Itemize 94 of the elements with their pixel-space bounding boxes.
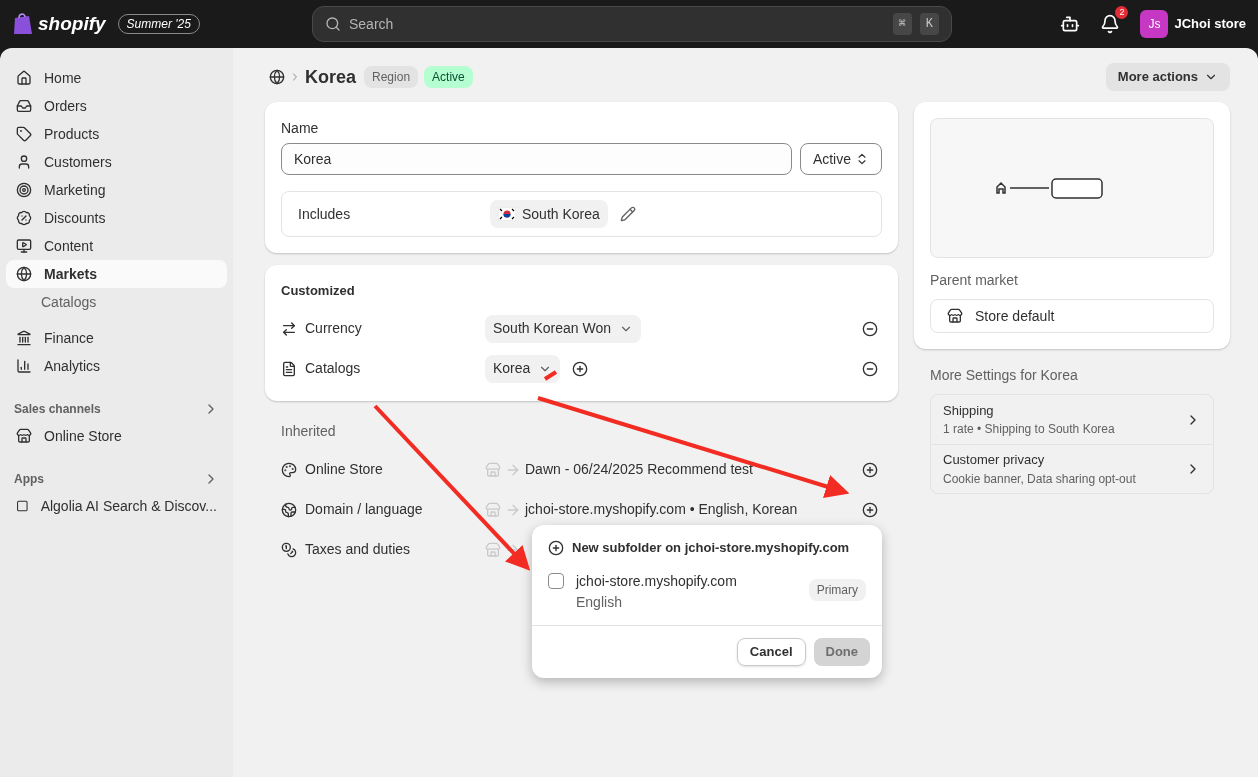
globe-icon[interactable]: [269, 69, 285, 85]
bell-icon[interactable]: [1100, 14, 1121, 34]
sidebar-item[interactable]: Customers: [6, 148, 227, 176]
store-avatar[interactable]: Js: [1140, 10, 1169, 38]
shortcut-key: K: [919, 13, 939, 35]
bank-icon: [16, 330, 32, 346]
robot-icon[interactable]: [1060, 14, 1081, 34]
store-icon: [485, 541, 501, 558]
inbox-icon: [16, 98, 32, 114]
section-heading: Sales channels: [14, 401, 101, 418]
link-title: Shipping: [943, 401, 995, 420]
sidebar-subitem[interactable]: Catalogs: [6, 288, 227, 316]
status-badge: Active: [424, 66, 473, 88]
setting-label: Currency: [305, 319, 362, 338]
sidebar-item[interactable]: Online Store: [6, 422, 227, 450]
palette-icon: [281, 461, 297, 478]
parent-market-option[interactable]: Store default: [930, 299, 1214, 333]
badge-icon: [16, 210, 32, 226]
target-icon: [16, 182, 32, 198]
sidebar-item[interactable]: Markets: [6, 260, 227, 288]
link-title: Customer privacy: [943, 451, 1046, 470]
monitor-icon: [16, 238, 32, 254]
field-label: Name: [281, 119, 320, 138]
add-icon[interactable]: [862, 461, 878, 478]
section-heading: More Settings for Korea: [929, 366, 1079, 385]
sidebar-item[interactable]: Analytics: [6, 352, 227, 380]
link-subtitle: Cookie banner, Data sharing opt-out: [943, 470, 1137, 488]
section-heading: Apps: [14, 471, 44, 488]
exchange-icon: [281, 320, 297, 337]
setting-label: Taxes and duties: [305, 540, 411, 559]
document-icon: [281, 360, 297, 377]
store-icon: [485, 461, 501, 478]
status-badge: Region: [364, 66, 419, 88]
value-select[interactable]: South Korean Won: [485, 314, 642, 343]
setting-value: jchoi-store.myshopify.com • English, Korean: [525, 500, 798, 519]
bar-chart-icon: [16, 358, 32, 374]
section-heading: Inherited: [281, 421, 337, 441]
app-icon: [16, 498, 29, 514]
search-icon: [325, 16, 341, 32]
settings-link[interactable]: Shipping 1 rate • Shipping to South Korea: [931, 395, 1213, 444]
setting-label: Online Store: [305, 460, 383, 479]
sidebar-item[interactable]: Finance: [6, 324, 227, 352]
home-icon: [16, 70, 32, 86]
remove-icon[interactable]: [862, 360, 878, 377]
option-label: Store default: [975, 306, 1055, 326]
new-subfolder-option[interactable]: New subfolder on jchoi-store.myshopify.com: [532, 525, 882, 571]
annotation-stroke: [543, 370, 558, 381]
sidebar-item[interactable]: Orders: [6, 92, 227, 120]
globe-icon: [16, 266, 32, 282]
value-select[interactable]: Korea: [485, 354, 561, 383]
add-icon[interactable]: [572, 360, 589, 377]
page-title: Korea: [305, 65, 357, 89]
sidebar-item[interactable]: Home: [6, 64, 227, 92]
store-icon: [16, 428, 32, 444]
store-icon: [947, 308, 963, 324]
sidebar-item[interactable]: Algolia AI Search & Discov...: [6, 492, 227, 520]
sidebar-item[interactable]: Marketing: [6, 176, 227, 204]
setting-value: Dawn - 06/24/2025 Recommend test: [525, 460, 753, 479]
cancel-button[interactable]: Cancel: [736, 638, 806, 666]
status-select[interactable]: Active: [799, 143, 882, 175]
sidebar-item[interactable]: Products: [6, 120, 227, 148]
primary-badge: Primary: [808, 579, 866, 601]
link-subtitle: 1 rate • Shipping to South Korea: [943, 421, 1116, 439]
field-label: Parent market: [930, 271, 1019, 290]
person-icon: [16, 154, 32, 170]
setting-label: Catalogs: [305, 359, 361, 378]
logo-wordmark: shopify: [38, 11, 106, 36]
globe-icon: [281, 501, 297, 518]
more-actions-button[interactable]: More actions: [1105, 63, 1230, 91]
remove-icon[interactable]: [862, 320, 878, 337]
country-chip[interactable]: South Korea: [490, 200, 608, 228]
store-icon: [485, 501, 501, 518]
search-input[interactable]: Search: [349, 13, 885, 35]
search-field[interactable]: Search ⌘ K: [312, 6, 952, 42]
bag-logo-icon: [12, 12, 34, 36]
includes-label: Includes: [298, 204, 352, 224]
card-heading: Customized: [281, 282, 356, 300]
add-icon[interactable]: [862, 501, 878, 518]
add-icon: [548, 540, 564, 556]
store-name[interactable]: JChoi store: [1174, 14, 1246, 34]
name-input[interactable]: Korea: [281, 143, 792, 175]
shortcut-key: ⌘: [892, 13, 912, 35]
setting-label: Domain / language: [305, 500, 423, 519]
tag-icon: [16, 126, 32, 142]
language-label: English: [576, 593, 623, 612]
sidebar-item[interactable]: Content: [6, 232, 227, 260]
checkbox[interactable]: [548, 573, 564, 589]
settings-link[interactable]: Customer privacy Cookie banner, Data sharing opt-out: [931, 444, 1213, 493]
domain-label: jchoi-store.myshopify.com: [576, 572, 738, 591]
flag-icon: [498, 207, 516, 221]
edit-icon[interactable]: [619, 206, 636, 222]
sidebar-item[interactable]: Discounts: [6, 204, 227, 232]
notification-count: 2: [1115, 6, 1129, 19]
coins-icon: [281, 541, 297, 558]
